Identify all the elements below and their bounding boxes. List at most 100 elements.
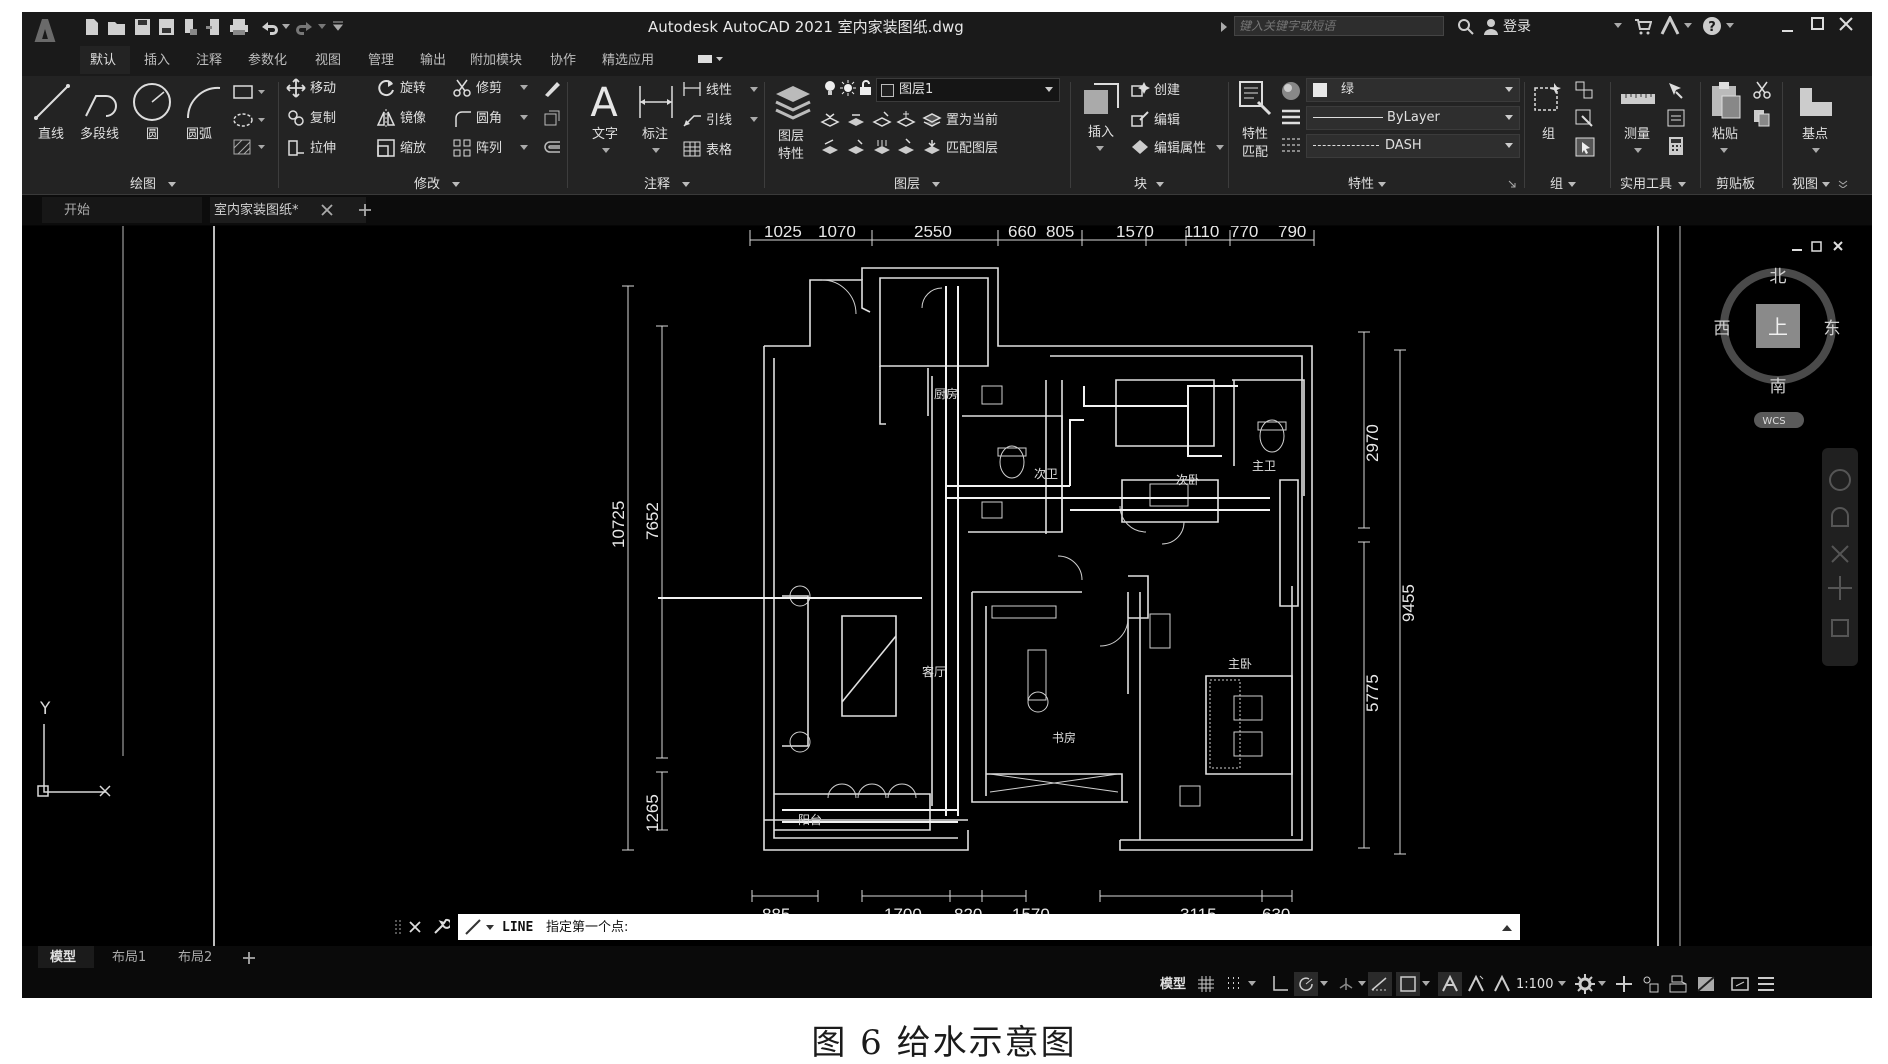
panel-properties-title[interactable]: 特性	[1348, 178, 1374, 191]
annotation-scale-value[interactable]: 1:100	[1516, 978, 1553, 991]
erase-icon[interactable]	[542, 78, 562, 98]
tab-layout2-label[interactable]: 布局2	[178, 951, 212, 964]
edit-attributes-icon[interactable]	[1130, 138, 1150, 156]
ungroup-icon[interactable]	[1574, 80, 1594, 100]
tab-home-label[interactable]: 默认	[90, 54, 116, 67]
layer-freeze-icon[interactable]	[896, 110, 916, 128]
leader-icon[interactable]	[682, 110, 702, 128]
base-view-label[interactable]: 基点	[1802, 128, 1828, 141]
osnap-dropdown-icon[interactable]	[1422, 981, 1430, 987]
search-input[interactable]	[1234, 16, 1444, 36]
hardware-acceleration-icon[interactable]	[1668, 974, 1688, 994]
dimension-dropdown-icon[interactable]	[652, 148, 660, 154]
autodesk-a360-icon[interactable]	[1660, 16, 1680, 36]
scale-icon[interactable]	[376, 138, 396, 158]
color-dropdown[interactable]: 绿	[1306, 78, 1520, 102]
stretch-label[interactable]: 拉伸	[310, 142, 336, 155]
fullscreen-icon[interactable]	[1730, 974, 1750, 994]
arc-tool-icon[interactable]	[182, 82, 226, 122]
object-snap-icon[interactable]	[1398, 974, 1418, 994]
fillet-icon[interactable]	[452, 108, 472, 128]
layer-properties-icon[interactable]	[772, 80, 814, 120]
panel-clipboard-title[interactable]: 剪贴板	[1716, 178, 1755, 191]
viewcube-east-label[interactable]: 东	[1824, 319, 1841, 339]
panel-modify-title[interactable]: 修改	[414, 178, 440, 191]
a360-dropdown-icon[interactable]	[1684, 23, 1692, 29]
table-label[interactable]: 表格	[706, 144, 732, 157]
trim-label[interactable]: 修剪	[476, 82, 502, 95]
match-layer-label[interactable]: 匹配图层	[946, 142, 998, 155]
command-customize-icon[interactable]	[432, 918, 450, 936]
paste-dropdown-icon[interactable]	[1720, 148, 1728, 154]
layer-isolate-icon[interactable]	[820, 110, 840, 128]
ellipse-tool-icon[interactable]	[232, 112, 266, 128]
tab-output[interactable]: 输出	[420, 54, 446, 67]
command-history-icon[interactable]	[1502, 924, 1512, 932]
circle-tool-icon[interactable]	[130, 80, 174, 124]
viewport-restore-icon[interactable]	[1811, 241, 1822, 252]
scale-label[interactable]: 缩放	[400, 142, 426, 155]
leader-label[interactable]: 引线	[706, 114, 732, 127]
polyline-tool-label[interactable]: 多段线	[80, 128, 119, 141]
close-tab-icon[interactable]	[320, 203, 334, 217]
tab-manage[interactable]: 管理	[368, 54, 394, 67]
linear-dim-label[interactable]: 线性	[706, 84, 732, 97]
fillet-dropdown-icon[interactable]	[520, 115, 528, 121]
table-icon[interactable]	[682, 140, 702, 158]
open-web-icon[interactable]	[180, 17, 200, 37]
layer-merge-icon[interactable]	[896, 138, 916, 156]
undo-icon[interactable]	[258, 17, 280, 37]
panel-launcher-icon[interactable]	[1508, 180, 1516, 188]
linear-dim-icon[interactable]	[682, 80, 702, 98]
tab-featured-apps[interactable]: 精选应用	[602, 54, 654, 67]
cut-icon[interactable]	[1752, 80, 1772, 100]
maximize-icon[interactable]	[1810, 16, 1826, 32]
group-icon[interactable]	[1532, 80, 1566, 114]
move-label[interactable]: 移动	[310, 82, 336, 95]
tab-drawing-label[interactable]: 室内家装图纸*	[214, 204, 299, 217]
paste-label[interactable]: 粘贴	[1712, 128, 1738, 141]
array-dropdown-icon[interactable]	[520, 145, 528, 151]
mirror-icon[interactable]	[376, 108, 396, 128]
tab-view[interactable]: 视图	[315, 54, 341, 67]
text-tool-label[interactable]: 文字	[592, 128, 618, 141]
base-view-icon[interactable]	[1796, 84, 1836, 120]
viewport-close-icon[interactable]	[1833, 241, 1843, 251]
isodraft-icon[interactable]	[1336, 974, 1356, 994]
grid-icon[interactable]	[1196, 974, 1216, 994]
mirror-label[interactable]: 镜像	[400, 112, 426, 125]
tab-addins[interactable]: 附加模块	[470, 54, 522, 67]
tab-insert[interactable]: 插入	[144, 54, 170, 67]
copy-label[interactable]: 复制	[310, 112, 336, 125]
layer-unlock2-icon[interactable]	[846, 138, 866, 156]
viewcube-west-label[interactable]: 西	[1714, 319, 1731, 339]
viewcube[interactable]: 上 北 南 西 东 WCS	[1714, 267, 1841, 428]
explode-icon[interactable]	[542, 108, 562, 128]
copy-icon[interactable]	[286, 108, 306, 128]
edit-attributes-label[interactable]: 编辑属性	[1154, 142, 1206, 155]
trim-icon[interactable]	[452, 78, 472, 98]
tab-layout1-label[interactable]: 布局1	[112, 951, 146, 964]
customization-menu-icon[interactable]	[1756, 974, 1776, 994]
snap-icon[interactable]	[1224, 974, 1244, 994]
base-view-dropdown-icon[interactable]	[1812, 148, 1820, 154]
line-tool-label[interactable]: 直线	[38, 128, 64, 141]
save-web-icon[interactable]	[204, 17, 224, 37]
customize-toolbar-icon[interactable]	[332, 21, 344, 31]
insert-dropdown-icon[interactable]	[1096, 146, 1104, 152]
panel-view-title[interactable]: 视图	[1792, 178, 1818, 191]
stretch-icon[interactable]	[286, 138, 306, 158]
layer-dropdown[interactable]: 图层1	[876, 78, 1060, 102]
layer-off-icon[interactable]	[872, 110, 892, 128]
command-input[interactable]: LINE 指定第一个点:	[458, 914, 1520, 940]
fillet-label[interactable]: 圆角	[476, 112, 502, 125]
count-icon[interactable]	[1666, 108, 1686, 128]
ribbon-minimize-icon[interactable]	[698, 54, 724, 66]
isodraft-dropdown-icon[interactable]	[1358, 981, 1366, 987]
measure-icon[interactable]	[1620, 88, 1656, 110]
tab-start-label[interactable]: 开始	[64, 204, 90, 217]
annotation-visibility-icon[interactable]	[1440, 974, 1460, 994]
copy-clip-icon[interactable]	[1752, 108, 1772, 128]
help-icon[interactable]: ?	[1702, 16, 1722, 36]
text-tool-icon[interactable]: A	[586, 80, 622, 122]
